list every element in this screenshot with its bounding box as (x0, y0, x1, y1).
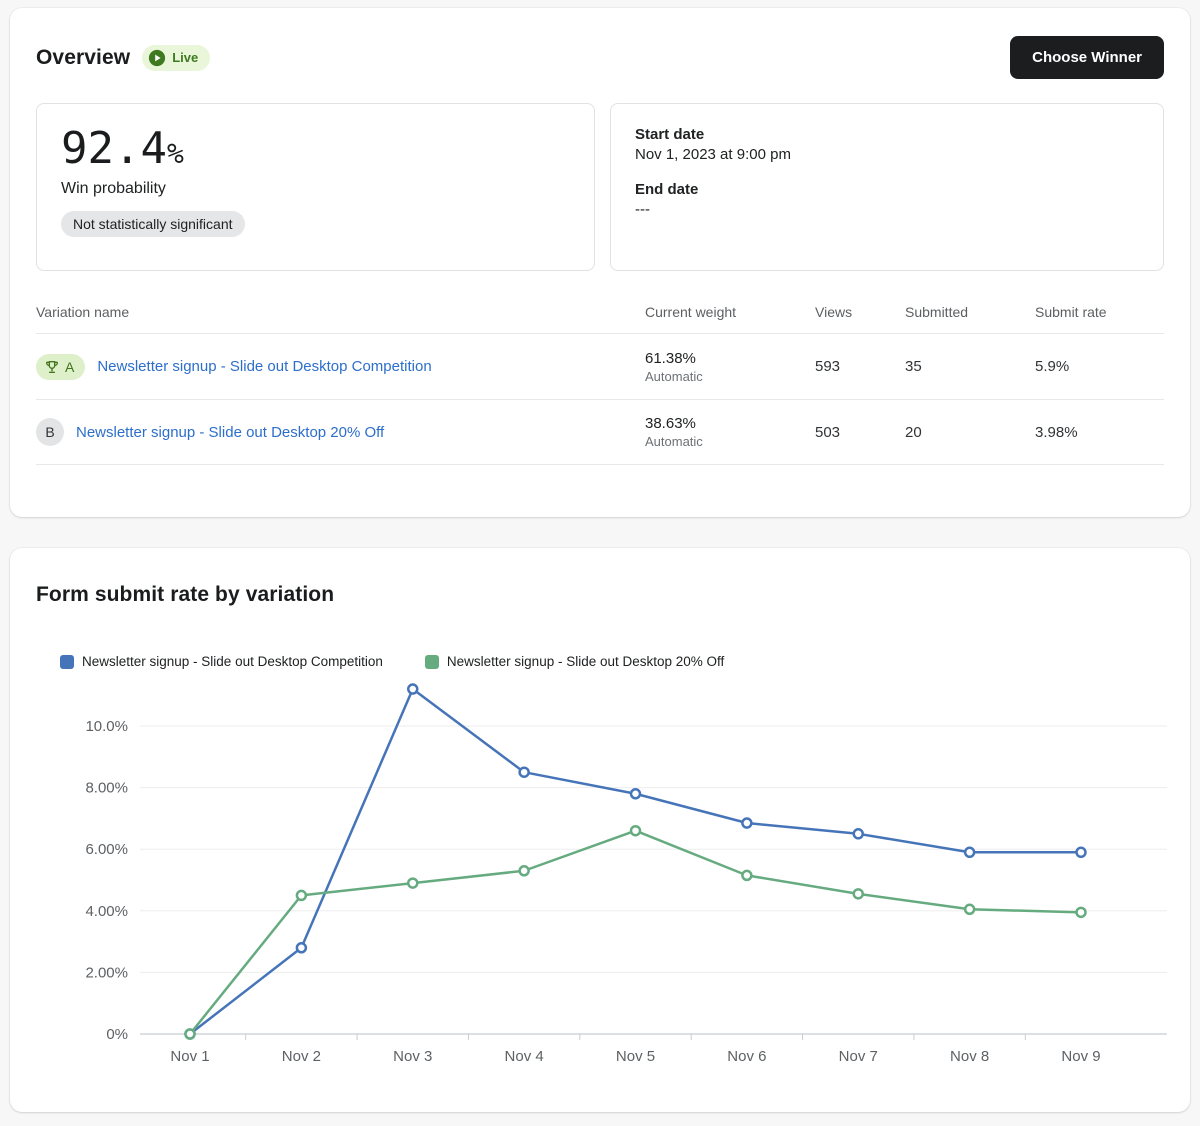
y-tick-label: 0% (106, 1026, 128, 1043)
table-row: B Newsletter signup - Slide out Desktop … (36, 399, 1164, 465)
variation-table: Variation name Current weight Views Subm… (36, 291, 1164, 465)
weight-value: 61.38% (645, 350, 815, 367)
choose-winner-button[interactable]: Choose Winner (1010, 36, 1164, 79)
data-point-0-1 (297, 943, 306, 952)
data-point-0-3 (520, 768, 529, 777)
submitted-cell: 20 (905, 424, 1035, 441)
live-status-badge: Live (142, 45, 210, 71)
y-tick-label: 4.00% (85, 903, 128, 920)
stats-row: 92.4% Win probability Not statistically … (10, 103, 1190, 271)
x-tick-label: Nov 1 (170, 1048, 209, 1065)
submit-rate-cell: 3.98% (1035, 424, 1164, 441)
win-probability-number: 92.4 (61, 123, 167, 174)
x-tick-label: Nov 7 (839, 1048, 878, 1065)
variation-link[interactable]: Newsletter signup - Slide out Desktop 20… (76, 424, 384, 441)
current-weight-cell: 38.63% Automatic (645, 415, 815, 449)
page: Overview Live Choose Winner 92.4% Win pr… (0, 0, 1200, 1126)
significance-badge: Not statistically significant (61, 211, 245, 237)
table-header-row: Variation name Current weight Views Subm… (36, 291, 1164, 333)
end-date-group: End date --- (635, 181, 1139, 218)
data-point-1-1 (297, 891, 306, 900)
submitted-cell: 35 (905, 358, 1035, 375)
data-point-0-7 (965, 848, 974, 857)
legend-label: Newsletter signup - Slide out Desktop 20… (447, 654, 724, 669)
variation-name-cell: A Newsletter signup - Slide out Desktop … (36, 354, 645, 380)
overview-header: Overview Live Choose Winner (10, 8, 1190, 103)
col-header-views: Views (815, 304, 905, 320)
end-date-value: --- (635, 201, 1139, 218)
trophy-icon (44, 359, 60, 375)
series-line-0 (190, 689, 1081, 1034)
current-weight-cell: 61.38% Automatic (645, 350, 815, 384)
end-date-label: End date (635, 181, 1139, 198)
weight-mode: Automatic (645, 369, 815, 384)
data-point-1-2 (408, 879, 417, 888)
x-tick-label: Nov 6 (727, 1048, 766, 1065)
weight-value: 38.63% (645, 415, 815, 432)
win-probability-box: 92.4% Win probability Not statistically … (36, 103, 595, 271)
data-point-1-3 (520, 866, 529, 875)
y-tick-label: 6.00% (85, 841, 128, 858)
chart-title-wrap: Form submit rate by variation (10, 548, 1190, 607)
variation-badge-letter: A (65, 359, 74, 375)
col-header-variation-name: Variation name (36, 304, 645, 320)
data-point-1-8 (1077, 908, 1086, 917)
data-point-0-4 (631, 789, 640, 798)
chart-title: Form submit rate by variation (36, 583, 1164, 607)
x-tick-label: Nov 2 (282, 1048, 321, 1065)
start-date-group: Start date Nov 1, 2023 at 9:00 pm (635, 126, 1139, 163)
x-tick-label: Nov 5 (616, 1048, 655, 1065)
legend-label: Newsletter signup - Slide out Desktop Co… (82, 654, 383, 669)
data-point-1-0 (186, 1030, 195, 1039)
x-tick-label: Nov 8 (950, 1048, 989, 1065)
x-tick-label: Nov 9 (1061, 1048, 1100, 1065)
y-tick-label: 10.0% (85, 718, 128, 735)
line-chart: 0% 2.00% 4.00% 6.00% 8.00% 10.0% Nov 1 Nov 2 Nov… (10, 671, 1190, 1081)
col-header-submitted: Submitted (905, 304, 1035, 320)
data-point-0-2 (408, 685, 417, 694)
data-point-0-6 (854, 829, 863, 838)
legend-item: Newsletter signup - Slide out Desktop Co… (60, 654, 383, 669)
y-tick-label: 2.00% (85, 964, 128, 981)
data-point-1-6 (854, 889, 863, 898)
submit-rate-cell: 5.9% (1035, 358, 1164, 375)
y-tick-label: 8.00% (85, 780, 128, 797)
x-tick-label: Nov 4 (505, 1048, 544, 1065)
data-point-0-5 (742, 819, 751, 828)
win-probability-percent-sign: % (167, 137, 184, 170)
live-play-icon (148, 49, 166, 67)
winner-badge: A (36, 354, 85, 380)
live-badge-label: Live (172, 50, 198, 65)
variation-name-cell: B Newsletter signup - Slide out Desktop … (36, 418, 645, 446)
variation-badge: B (36, 418, 64, 446)
col-header-submit-rate: Submit rate (1035, 304, 1164, 320)
data-point-0-8 (1077, 848, 1086, 857)
start-date-value: Nov 1, 2023 at 9:00 pm (635, 146, 1139, 163)
weight-mode: Automatic (645, 434, 815, 449)
dates-box: Start date Nov 1, 2023 at 9:00 pm End da… (610, 103, 1164, 271)
chart-legend: Newsletter signup - Slide out Desktop Co… (34, 654, 1190, 669)
variation-link[interactable]: Newsletter signup - Slide out Desktop Co… (97, 358, 431, 375)
data-point-1-5 (742, 871, 751, 880)
data-point-1-7 (965, 905, 974, 914)
legend-item: Newsletter signup - Slide out Desktop 20… (425, 654, 724, 669)
chart-card: Form submit rate by variation Newsletter… (10, 548, 1190, 1112)
data-point-1-4 (631, 826, 640, 835)
x-tick-label: Nov 3 (393, 1048, 432, 1065)
table-row: A Newsletter signup - Slide out Desktop … (36, 333, 1164, 399)
win-probability-label: Win probability (61, 180, 570, 198)
start-date-label: Start date (635, 126, 1139, 143)
legend-swatch-green (425, 655, 439, 669)
overview-card: Overview Live Choose Winner 92.4% Win pr… (10, 8, 1190, 517)
win-probability-value: 92.4% (61, 126, 570, 172)
legend-swatch-blue (60, 655, 74, 669)
page-title: Overview (36, 46, 130, 70)
col-header-current-weight: Current weight (645, 304, 815, 320)
views-cell: 593 (815, 358, 905, 375)
series-line-1 (190, 831, 1081, 1034)
views-cell: 503 (815, 424, 905, 441)
